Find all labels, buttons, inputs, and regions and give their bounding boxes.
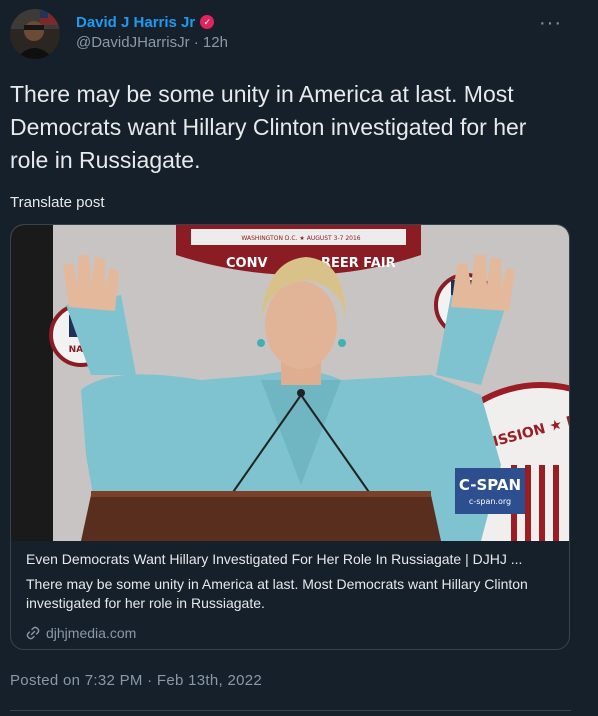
avatar-image xyxy=(10,9,60,59)
translate-post-link[interactable]: Translate post xyxy=(10,194,105,211)
link-card-image: WASHINGTON D.C. ★ AUGUST 3-7 2016 CONV R… xyxy=(11,225,569,541)
banner-small-text: WASHINGTON D.C. ★ AUGUST 3-7 2016 xyxy=(241,235,360,242)
banner-text-right: REER FAIR xyxy=(321,256,396,271)
link-card-title[interactable]: Even Democrats Want Hillary Investigated… xyxy=(26,551,556,567)
more-horizontal-icon[interactable]: ··· xyxy=(539,13,562,33)
author-meta: @DavidJHarrisJr · 12h xyxy=(76,34,228,51)
cspan-logo-subtext: c-span.org xyxy=(469,497,511,506)
link-icon xyxy=(26,626,40,640)
link-card[interactable]: WASHINGTON D.C. ★ AUGUST 3-7 2016 CONV R… xyxy=(10,224,570,650)
author-info: David J Harris Jr ✓ @DavidJHarrisJr · 12… xyxy=(76,12,228,52)
cspan-logo-text: C-SPAN xyxy=(459,476,521,494)
posted-timestamp: Posted on 7:32 PM · Feb 13th, 2022 xyxy=(10,672,263,689)
post-text: There may be some unity in America at la… xyxy=(10,81,527,173)
verified-badge-icon: ✓ xyxy=(200,15,215,29)
author-handle[interactable]: @DavidJHarrisJr xyxy=(76,34,190,51)
post: David J Harris Jr ✓ @DavidJHarrisJr · 12… xyxy=(0,0,598,716)
post-time-ago[interactable]: 12h xyxy=(203,34,228,51)
meta-separator: · xyxy=(193,34,199,51)
link-card-description: There may be some unity in America at la… xyxy=(26,576,528,611)
banner-text-left: CONV xyxy=(226,256,268,271)
link-card-domain-row: djhjmedia.com xyxy=(26,625,136,641)
avatar[interactable] xyxy=(10,9,60,59)
link-card-domain: djhjmedia.com xyxy=(46,625,137,641)
author-name-row: David J Harris Jr ✓ xyxy=(76,12,228,32)
author-name[interactable]: David J Harris Jr xyxy=(76,14,195,31)
divider xyxy=(10,710,571,711)
link-card-body: Even Democrats Want Hillary Investigated… xyxy=(11,541,569,649)
